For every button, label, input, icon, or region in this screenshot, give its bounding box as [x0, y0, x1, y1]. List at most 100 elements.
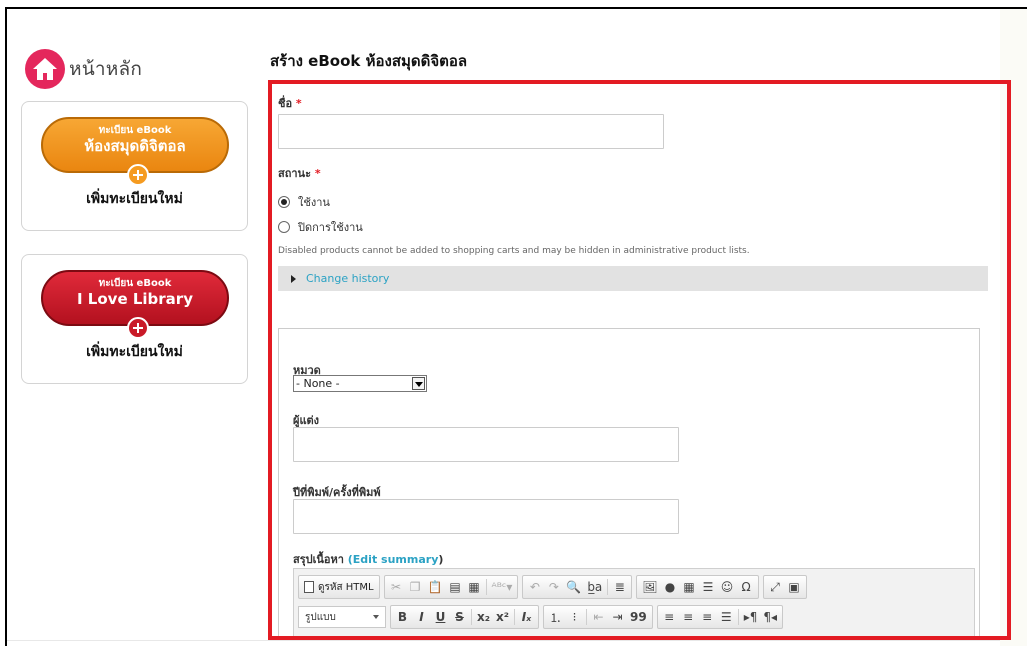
view-group: ⤢ ▣	[762, 575, 807, 599]
special-char-icon[interactable]: Ω	[737, 577, 756, 597]
bold-icon[interactable]: B	[393, 607, 412, 627]
register-digital-library-button[interactable]: ทะเบียน eBook ห้องสมุดดิจิตอล	[41, 117, 229, 186]
horizontal-rule-icon[interactable]: ☰	[699, 577, 718, 597]
redo-icon[interactable]: ↷	[544, 577, 563, 597]
basic-style-group: B I U S x₂ x² Iₓ	[390, 605, 539, 629]
separator	[471, 609, 472, 625]
insert-group: 🖼 ● ▦ ☰ ☺ Ω	[636, 575, 759, 599]
toolbar-row-2: รูปแบบ B I U S x₂ x² Iₓ ⒈ ⁝ ⇤ ⇥ 99 ≡ ≡ ≡…	[298, 604, 787, 630]
button-line1: ทะเบียน eBook	[98, 278, 172, 289]
name-input[interactable]	[278, 114, 664, 149]
expand-triangle-icon	[291, 274, 296, 283]
paste-icon[interactable]: 📋	[425, 577, 446, 597]
ebook-form: ชื่อ * สถานะ * ใช้งาน ปิดการใช้งาน Disab…	[272, 84, 1007, 636]
replace-icon[interactable]: b̲a	[584, 577, 605, 597]
status-radio-disabled[interactable]: ปิดการใช้งาน	[278, 218, 363, 236]
ltr-icon[interactable]: ▸¶	[741, 607, 761, 627]
italic-icon[interactable]: I	[412, 607, 431, 627]
strikethrough-icon[interactable]: S	[450, 607, 469, 627]
year-edition-input[interactable]	[293, 499, 679, 534]
find-icon[interactable]: 🔍	[563, 577, 584, 597]
status-help-text: Disabled products cannot be added to sho…	[278, 246, 750, 256]
status-radio-active[interactable]: ใช้งาน	[278, 193, 330, 211]
radio-label: ปิดการใช้งาน	[298, 221, 363, 234]
form-highlight-box: ชื่อ * สถานะ * ใช้งาน ปิดการใช้งาน Disab…	[268, 80, 1011, 640]
underline-icon[interactable]: U	[431, 607, 450, 627]
copy-icon[interactable]: ❐	[406, 577, 425, 597]
numbered-list-icon[interactable]: ⒈	[546, 607, 565, 627]
category-select[interactable]: - None -	[293, 375, 427, 392]
source-group: ดูรหัส HTML	[298, 575, 380, 599]
name-label: ชื่อ *	[278, 97, 302, 110]
subscript-icon[interactable]: x₂	[474, 607, 493, 627]
separator	[586, 609, 587, 625]
select-all-icon[interactable]: ≣	[610, 577, 629, 597]
footer-divider	[7, 640, 1000, 641]
outdent-icon[interactable]: ⇤	[589, 607, 608, 627]
summary-label: สรุปเนื้อหา (Edit summary)	[293, 553, 444, 566]
dropdown-arrow-icon[interactable]	[412, 377, 425, 390]
image-icon[interactable]: 🖼	[639, 577, 660, 597]
toolbar-row-1: ดูรหัส HTML ✂ ❐ 📋 ▤ ▦ ᴬᴮᶜ▾ ↶ ↷ 🔍 b̲a ≣ 🖼…	[298, 574, 811, 600]
window-frame-left	[5, 7, 7, 646]
show-blocks-icon[interactable]: ▣	[785, 577, 804, 597]
separator	[607, 579, 609, 595]
justify-icon[interactable]: ☰	[717, 607, 736, 627]
add-new-label[interactable]: เพิ่มทะเบียนใหม่	[22, 341, 247, 363]
remove-format-icon[interactable]: Iₓ	[517, 607, 536, 627]
flash-icon[interactable]: ●	[661, 577, 680, 597]
edit-group: ↶ ↷ 🔍 b̲a ≣	[522, 575, 633, 599]
superscript-icon[interactable]: x²	[493, 607, 512, 627]
paste-word-icon[interactable]: ▦	[465, 577, 484, 597]
change-history-toggle[interactable]: Change history	[278, 266, 988, 291]
paste-text-icon[interactable]: ▤	[446, 577, 465, 597]
change-history-label: Change history	[306, 272, 390, 285]
details-fieldset: หมวด - None - ผู้แต่ง ปีที่พิมพ์/ครั้งที…	[278, 328, 980, 636]
table-icon[interactable]: ▦	[680, 577, 699, 597]
required-mark: *	[295, 97, 302, 110]
button-line1: ทะเบียน eBook	[98, 125, 172, 136]
align-group: ≡ ≡ ≡ ☰ ▸¶ ¶◂	[656, 605, 784, 629]
clipboard-group: ✂ ❐ 📋 ▤ ▦ ᴬᴮᶜ▾	[383, 575, 519, 599]
caret-down-icon	[373, 615, 379, 619]
maximize-icon[interactable]: ⤢	[766, 577, 785, 597]
register-i-love-library-button[interactable]: ทะเบียน eBook I Love Library	[41, 270, 229, 339]
align-right-icon[interactable]: ≡	[698, 607, 717, 627]
align-left-icon[interactable]: ≡	[660, 607, 679, 627]
cut-icon[interactable]: ✂	[387, 577, 406, 597]
separator	[737, 609, 739, 625]
button-line2: ห้องสมุดดิจิตอล	[84, 137, 186, 155]
home-icon	[25, 49, 65, 89]
edit-summary-link[interactable]: (Edit summary	[348, 553, 439, 566]
rtl-icon[interactable]: ¶◂	[760, 607, 780, 627]
separator	[485, 579, 487, 595]
bulleted-list-icon[interactable]: ⁝	[565, 607, 584, 627]
list-group: ⒈ ⁝ ⇤ ⇥ 99	[543, 605, 653, 629]
separator	[514, 609, 515, 625]
add-new-label[interactable]: เพิ่มทะเบียนใหม่	[22, 188, 247, 210]
editor-toolbar: ดูรหัส HTML ✂ ❐ 📋 ▤ ▦ ᴬᴮᶜ▾ ↶ ↷ 🔍 b̲a ≣ 🖼…	[293, 568, 975, 636]
document-icon	[304, 581, 314, 593]
smiley-icon[interactable]: ☺	[718, 577, 737, 597]
blockquote-icon[interactable]: 99	[627, 607, 650, 627]
author-input[interactable]	[293, 427, 679, 462]
undo-icon[interactable]: ↶	[525, 577, 544, 597]
radio-button[interactable]	[278, 221, 290, 233]
window-frame-top	[5, 7, 1027, 9]
spellcheck-icon[interactable]: ᴬᴮᶜ▾	[489, 577, 516, 597]
format-dropdown[interactable]: รูปแบบ	[298, 606, 386, 628]
required-mark: *	[314, 167, 321, 180]
button-line2: I Love Library	[77, 290, 193, 308]
plus-icon	[127, 164, 149, 186]
indent-icon[interactable]: ⇥	[608, 607, 627, 627]
radio-label: ใช้งาน	[298, 196, 330, 209]
radio-button-checked[interactable]	[278, 196, 290, 208]
home-link[interactable]: หน้าหลัก	[25, 49, 142, 89]
source-html-button[interactable]: ดูรหัส HTML	[301, 577, 377, 597]
page-title: สร้าง eBook ห้องสมุดดิจิตอล	[270, 52, 468, 70]
status-label: สถานะ *	[278, 167, 321, 180]
category-selected-value: - None -	[296, 377, 340, 390]
home-label: หน้าหลัก	[69, 58, 143, 80]
align-center-icon[interactable]: ≡	[679, 607, 698, 627]
sidebar-panel-i-love-library: ทะเบียน eBook I Love Library เพิ่มทะเบีย…	[21, 254, 248, 384]
